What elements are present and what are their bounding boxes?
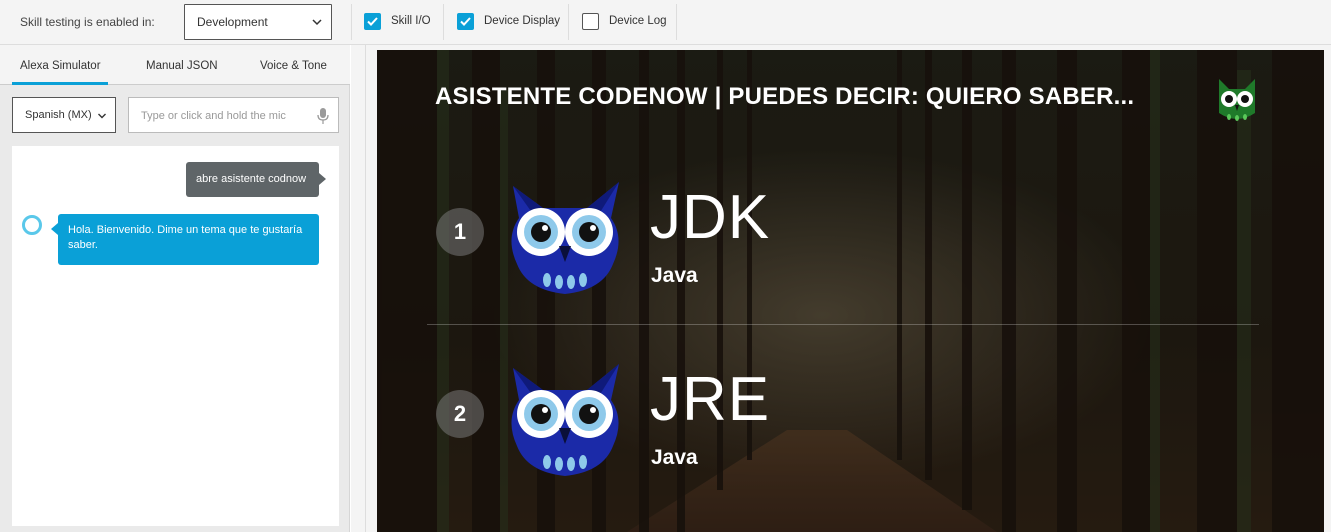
tab-voice-tone[interactable]: Voice & Tone — [260, 60, 327, 72]
locale-select[interactable]: Spanish (MX) — [12, 97, 116, 133]
skill-testing-label: Skill testing is enabled in: — [20, 15, 155, 29]
utterance-field — [128, 97, 339, 133]
utterance-input[interactable] — [141, 107, 301, 125]
list-item-secondary: Java — [651, 446, 698, 469]
list-item-secondary: Java — [651, 264, 698, 287]
list-item-primary: JDK — [650, 183, 771, 252]
device-display: ASISTENTE CODENOW | PUEDES DECIR: QUIERO… — [377, 50, 1324, 532]
stage-select[interactable]: Development — [184, 4, 332, 40]
stage-select-value: Development — [197, 15, 268, 29]
chevron-down-icon — [98, 113, 106, 119]
alexa-ring-icon — [22, 215, 42, 235]
owl-icon — [511, 182, 619, 294]
list-item[interactable]: 1 JDK Java — [377, 168, 1324, 318]
chevron-down-icon — [312, 19, 322, 26]
skill-io-checkbox[interactable] — [364, 13, 381, 30]
list-item[interactable]: 2 JRE Java — [377, 350, 1324, 500]
toolbar-divider — [443, 4, 444, 40]
active-tab-indicator — [12, 82, 108, 85]
toolbar-divider — [351, 4, 352, 40]
conversation-area: abre asistente codnow Hola. Bienvenido. … — [12, 146, 339, 526]
simulator-panel: Alexa Simulator Manual JSON Voice & Tone… — [0, 45, 350, 532]
checkmark-icon — [367, 17, 378, 26]
list-item-number: 1 — [436, 208, 484, 256]
microphone-icon[interactable] — [317, 107, 329, 125]
user-message: abre asistente codnow — [186, 162, 326, 197]
skill-io-label: Skill I/O — [391, 15, 431, 27]
simulator-tabs: Alexa Simulator Manual JSON Voice & Tone — [0, 45, 350, 85]
device-display-checkbox[interactable] — [457, 13, 474, 30]
device-log-label: Device Log — [609, 15, 667, 27]
toolbar-divider — [568, 4, 569, 40]
toolbar: Skill testing is enabled in: Development… — [0, 0, 1331, 45]
list-item-number: 2 — [436, 390, 484, 438]
list-item-primary: JRE — [650, 365, 771, 434]
tab-manual-json[interactable]: Manual JSON — [146, 60, 218, 72]
checkmark-icon — [460, 17, 471, 26]
device-display-label: Device Display — [484, 15, 561, 27]
owl-logo-icon — [1219, 79, 1255, 121]
list-divider — [427, 324, 1259, 325]
user-message-text: abre asistente codnow — [196, 173, 307, 185]
owl-icon — [511, 364, 619, 476]
toolbar-divider — [676, 4, 677, 40]
alexa-message: Hola. Bienvenido. Dime un tema que te gu… — [51, 214, 319, 265]
device-title: ASISTENTE CODENOW | PUEDES DECIR: QUIERO… — [435, 83, 1135, 110]
alexa-message-text: Hola. Bienvenido. Dime un tema que te gu… — [68, 224, 303, 251]
device-log-checkbox[interactable] — [582, 13, 599, 30]
locale-select-value: Spanish (MX) — [25, 109, 92, 121]
tab-alexa-simulator[interactable]: Alexa Simulator — [20, 60, 101, 72]
panel-divider — [365, 45, 366, 532]
